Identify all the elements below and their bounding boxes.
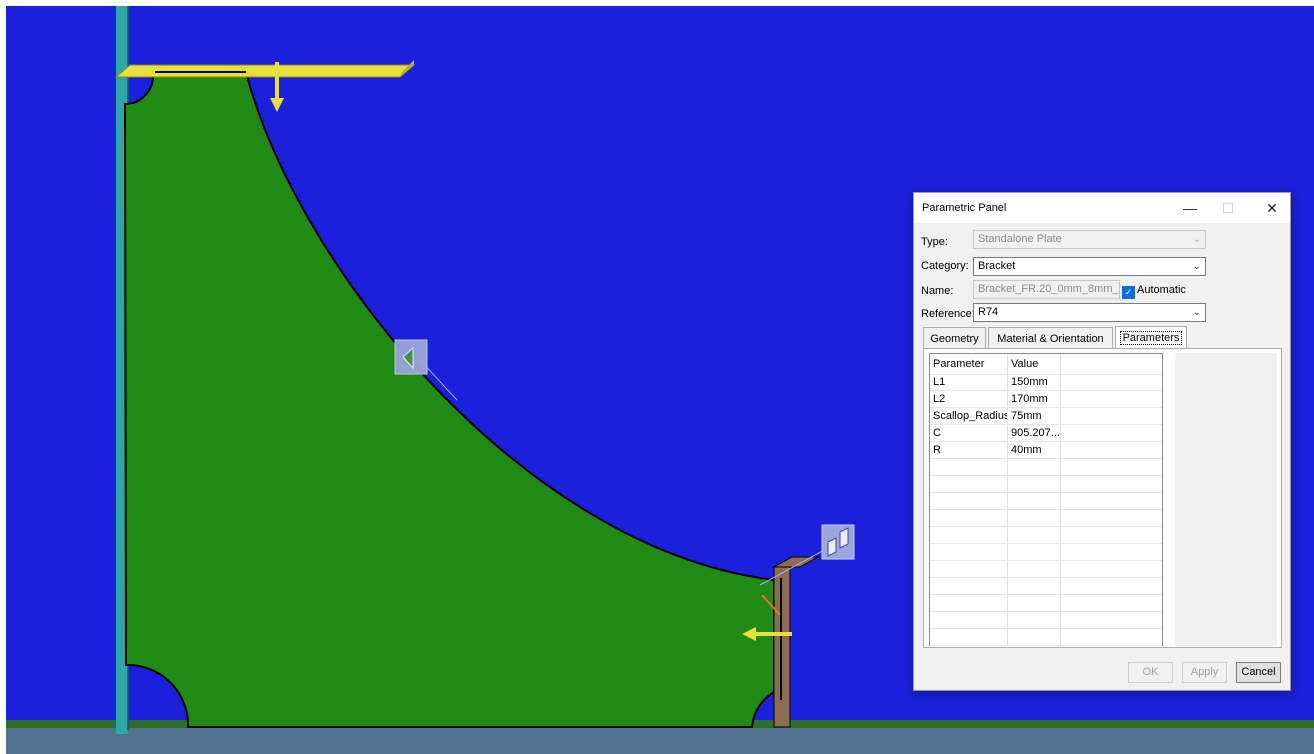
minimize-button[interactable]: — xyxy=(1172,193,1208,223)
empty-row xyxy=(930,561,1162,578)
table-row[interactable]: L2 170mm xyxy=(930,391,1162,408)
right-direction-arrow-shaft[interactable] xyxy=(752,632,792,636)
check-icon[interactable]: ✓ xyxy=(1122,286,1135,299)
tab-geometry[interactable]: Geometry xyxy=(923,327,986,349)
parameters-tab-body: Parameter Value L1 150mm L2 170mm Scallo… xyxy=(923,348,1282,648)
type-label: Type: xyxy=(921,236,948,248)
parameter-preview-area xyxy=(1175,353,1277,646)
tab-geometry-label: Geometry xyxy=(930,333,979,345)
empty-row xyxy=(930,527,1162,544)
param-value[interactable]: 40mm xyxy=(1008,442,1061,458)
ok-button[interactable]: OK xyxy=(1128,662,1173,683)
empty-row xyxy=(930,510,1162,527)
empty-row xyxy=(930,544,1162,561)
chevron-down-icon[interactable]: ⌄ xyxy=(1193,304,1201,321)
name-field: Bracket_FR.20_0mm_8mm_Stee xyxy=(973,280,1120,299)
name-value: Bracket_FR.20_0mm_8mm_Stee xyxy=(978,283,1119,295)
deck-floor xyxy=(6,728,1314,754)
header-parameter[interactable]: Parameter xyxy=(930,354,1008,374)
viewport-left-edge xyxy=(0,0,6,754)
table-row[interactable]: L1 150mm xyxy=(930,374,1162,391)
cancel-button[interactable]: Cancel xyxy=(1236,662,1281,683)
parametric-panel-dialog: Parametric Panel — ☐ ✕ Type: Standalone … xyxy=(913,192,1291,691)
table-row[interactable]: R 40mm xyxy=(930,442,1162,459)
param-name: L2 xyxy=(930,391,1008,407)
empty-row xyxy=(930,612,1162,629)
tab-material-orientation[interactable]: Material & Orientation xyxy=(988,327,1113,349)
param-value[interactable]: 170mm xyxy=(1008,391,1061,407)
table-row[interactable]: C 905.207... xyxy=(930,425,1162,442)
grid-header: Parameter Value xyxy=(930,354,1162,375)
automatic-label: Automatic xyxy=(1137,284,1186,296)
apply-button[interactable]: Apply xyxy=(1182,662,1227,683)
category-select[interactable]: Bracket ⌄ xyxy=(973,257,1206,276)
category-label: Category: xyxy=(921,260,969,272)
param-value[interactable]: 905.207... xyxy=(1008,425,1061,441)
reference-select[interactable]: R74 ⌄ xyxy=(973,303,1206,322)
type-select: Standalone Plate ⌄ xyxy=(973,230,1206,249)
empty-row xyxy=(930,578,1162,595)
empty-row xyxy=(930,629,1162,646)
top-direction-arrow-shaft[interactable] xyxy=(275,62,279,102)
dialog-title: Parametric Panel xyxy=(922,202,1007,214)
reference-value: R74 xyxy=(978,306,999,318)
close-button[interactable]: ✕ xyxy=(1254,193,1290,223)
dialog-titlebar[interactable]: Parametric Panel — ☐ ✕ xyxy=(914,193,1290,223)
empty-row xyxy=(930,595,1162,612)
empty-row xyxy=(930,493,1162,510)
param-name: Scallop_Radius xyxy=(930,408,1008,424)
header-value[interactable]: Value xyxy=(1008,354,1061,374)
table-row[interactable]: Scallop_Radius 75mm xyxy=(930,408,1162,425)
viewport-top-edge xyxy=(0,0,1314,6)
tab-material-orientation-label: Material & Orientation xyxy=(997,333,1104,345)
chevron-down-icon: ⌄ xyxy=(1192,234,1201,245)
automatic-checkbox[interactable]: ✓ Automatic xyxy=(1122,284,1186,299)
param-name: R xyxy=(930,442,1008,458)
chevron-down-icon[interactable]: ⌄ xyxy=(1193,258,1201,275)
param-name: L1 xyxy=(930,374,1008,390)
parameter-grid[interactable]: Parameter Value L1 150mm L2 170mm Scallo… xyxy=(929,353,1163,646)
empty-row xyxy=(930,476,1162,493)
tab-parameters[interactable]: Parameters xyxy=(1115,326,1187,349)
empty-row xyxy=(930,459,1162,476)
param-name: C xyxy=(930,425,1008,441)
maximize-button: ☐ xyxy=(1221,200,1235,216)
name-label: Name: xyxy=(921,285,954,297)
connection-handle-bottom[interactable] xyxy=(821,524,855,560)
tab-parameters-label: Parameters xyxy=(1119,331,1183,345)
type-value: Standalone Plate xyxy=(978,233,1062,245)
category-value: Bracket xyxy=(978,260,1016,272)
reference-label: Reference: xyxy=(921,308,975,320)
param-value[interactable]: 150mm xyxy=(1008,374,1061,390)
param-value[interactable]: 75mm xyxy=(1008,408,1061,424)
